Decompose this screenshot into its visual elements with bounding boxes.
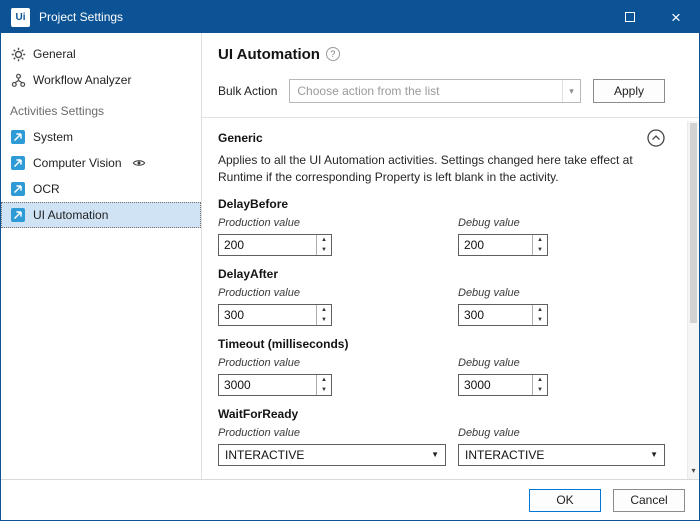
- activity-icon: [10, 207, 26, 223]
- sidebar-item-ui-automation[interactable]: UI Automation: [1, 202, 201, 228]
- sidebar-item-ocr[interactable]: OCR: [1, 176, 201, 202]
- spin-up-icon[interactable]: ▲: [317, 235, 331, 245]
- sidebar-item-computer-vision[interactable]: Computer Vision: [1, 150, 201, 176]
- uipath-logo: Ui: [11, 7, 30, 27]
- debug-value-label: Debug value: [458, 286, 520, 299]
- gear-icon: [10, 46, 26, 62]
- field-group-timeout: Timeout (milliseconds) Production value …: [218, 337, 665, 396]
- delayafter-production-spinner: ▲ ▼: [218, 303, 332, 326]
- chevron-down-icon: ▼: [650, 450, 658, 460]
- page-title: UI Automation: [218, 46, 320, 63]
- debug-value-label: Debug value: [458, 426, 520, 439]
- dropdown-selected-value: INTERACTIVE: [465, 447, 545, 462]
- scrollbar[interactable]: ▾: [687, 121, 699, 479]
- sidebar-item-label: System: [33, 130, 74, 144]
- spin-up-icon[interactable]: ▲: [533, 305, 547, 315]
- activity-icon: [10, 129, 26, 145]
- spin-down-icon[interactable]: ▼: [533, 245, 547, 255]
- eye-icon: [132, 156, 146, 170]
- delaybefore-debug-spinner: ▲ ▼: [458, 233, 548, 256]
- ok-button[interactable]: OK: [529, 488, 601, 512]
- activity-icon: [10, 181, 26, 197]
- field-name: Timeout (milliseconds): [218, 336, 349, 351]
- field-group-delaybefore: DelayBefore Production value ▲ ▼: [218, 197, 665, 256]
- window-title: Project Settings: [39, 10, 124, 24]
- window-controls: ×: [607, 1, 699, 33]
- field-group-delayafter: DelayAfter Production value ▲ ▼: [218, 267, 665, 326]
- scrollbar-thumb[interactable]: [690, 123, 697, 324]
- field-name: DelayAfter: [218, 266, 279, 281]
- spin-up-icon[interactable]: ▲: [317, 375, 331, 385]
- sidebar-item-label: UI Automation: [33, 208, 109, 222]
- chevron-down-icon: ▼: [431, 450, 439, 460]
- timeout-production-spinner: ▲ ▼: [218, 373, 332, 396]
- delaybefore-production-spinner: ▲ ▼: [218, 233, 332, 256]
- delayafter-debug-input[interactable]: [459, 304, 532, 325]
- help-icon[interactable]: ?: [325, 47, 340, 61]
- generic-section-description: Applies to all the UI Automation activit…: [218, 153, 633, 184]
- sidebar-item-label: OCR: [33, 182, 60, 196]
- sidebar-item-label: Computer Vision: [33, 156, 122, 170]
- spin-down-icon[interactable]: ▼: [533, 315, 547, 325]
- bulk-action-label: Bulk Action: [218, 84, 278, 98]
- debug-value-label: Debug value: [458, 356, 520, 369]
- chevron-down-icon: ▾: [562, 80, 580, 102]
- activities-settings-header: Activities Settings: [10, 104, 105, 118]
- spin-down-icon[interactable]: ▼: [317, 315, 331, 325]
- uipath-logo-text: Ui: [15, 11, 26, 23]
- spin-up-icon[interactable]: ▲: [533, 235, 547, 245]
- delayafter-debug-spinner: ▲ ▼: [458, 303, 548, 326]
- waitforready-production-dropdown[interactable]: INTERACTIVE ▼: [218, 443, 446, 466]
- scroll-down-button[interactable]: ▾: [688, 463, 699, 477]
- apply-button[interactable]: Apply: [593, 79, 665, 103]
- close-button[interactable]: ×: [653, 1, 699, 33]
- debug-value-label: Debug value: [458, 216, 520, 229]
- sidebar-item-workflow-analyzer[interactable]: Workflow Analyzer: [1, 67, 201, 93]
- workflow-analyzer-icon: [10, 72, 26, 88]
- spin-down-icon[interactable]: ▼: [317, 245, 331, 255]
- sidebar-item-label: Workflow Analyzer: [33, 73, 132, 87]
- sidebar-item-system[interactable]: System: [1, 124, 201, 150]
- settings-panel: UI Automation ? Bulk Action Choose actio…: [202, 33, 699, 479]
- activity-icon: [10, 155, 26, 171]
- spin-up-icon[interactable]: ▲: [317, 305, 331, 315]
- delayafter-production-input[interactable]: [219, 304, 316, 325]
- field-group-waitforready: WaitForReady Production value INTERACTIV…: [218, 407, 665, 466]
- divider: [202, 117, 699, 118]
- titlebar: Ui Project Settings ×: [1, 1, 699, 33]
- dropdown-selected-value: INTERACTIVE: [225, 447, 305, 462]
- collapse-section-button[interactable]: [647, 129, 665, 147]
- bulk-action-placeholder: Choose action from the list: [297, 84, 440, 98]
- spin-down-icon[interactable]: ▼: [317, 385, 331, 395]
- spin-up-icon[interactable]: ▲: [533, 375, 547, 385]
- project-settings-window: Ui Project Settings × General Workflow A…: [0, 0, 700, 521]
- timeout-debug-input[interactable]: [459, 374, 532, 395]
- maximize-button[interactable]: [607, 1, 653, 33]
- settings-sidebar: General Workflow Analyzer Activities Set…: [1, 33, 202, 479]
- spin-down-icon[interactable]: ▼: [533, 385, 547, 395]
- delaybefore-production-input[interactable]: [219, 234, 316, 255]
- production-value-label: Production value: [218, 216, 300, 229]
- delaybefore-debug-input[interactable]: [459, 234, 532, 255]
- timeout-production-input[interactable]: [219, 374, 316, 395]
- dialog-footer: OK Cancel: [1, 479, 699, 520]
- waitforready-debug-dropdown[interactable]: INTERACTIVE ▼: [458, 443, 665, 466]
- sidebar-item-label: General: [33, 47, 76, 61]
- close-icon: ×: [671, 7, 681, 27]
- field-name: DelayBefore: [218, 196, 289, 211]
- generic-section-title: Generic: [218, 131, 263, 145]
- production-value-label: Production value: [218, 356, 300, 369]
- production-value-label: Production value: [218, 426, 300, 439]
- timeout-debug-spinner: ▲ ▼: [458, 373, 548, 396]
- cancel-button[interactable]: Cancel: [613, 488, 685, 512]
- bulk-action-dropdown[interactable]: Choose action from the list ▾: [289, 79, 581, 103]
- field-name: WaitForReady: [218, 406, 299, 421]
- sidebar-item-general[interactable]: General: [1, 41, 201, 67]
- maximize-icon: [625, 12, 635, 22]
- production-value-label: Production value: [218, 286, 300, 299]
